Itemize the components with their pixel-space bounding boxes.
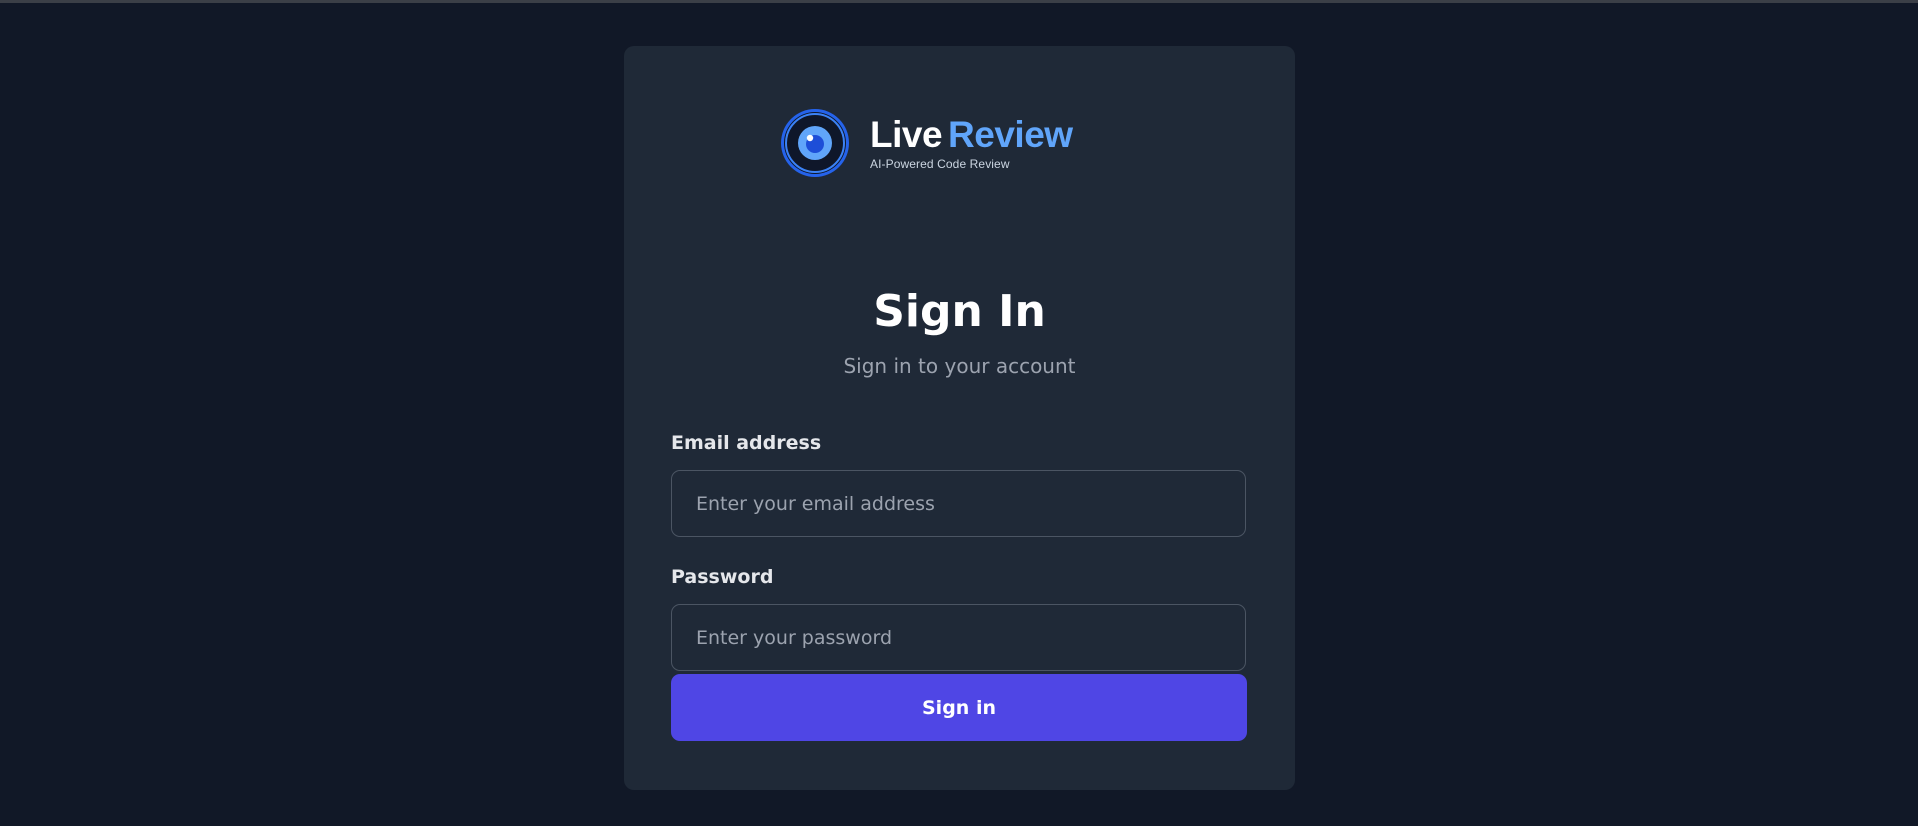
sign-in-button[interactable]: Sign in [671,674,1247,741]
email-label: Email address [671,432,822,454]
password-label: Password [671,566,774,588]
brand-name: Live Review [870,115,1073,155]
sign-in-card: Live Review AI-Powered Code Review Sign … [624,46,1295,790]
brand-text: Live Review AI-Powered Code Review [870,115,1073,172]
brand-name-review: Review [948,114,1073,155]
password-field[interactable] [671,604,1246,671]
window-top-border [0,0,1918,3]
brand-tagline: AI-Powered Code Review [870,157,1010,171]
brand-name-live: Live [870,114,943,155]
brand-header: Live Review AI-Powered Code Review [779,106,1073,180]
page-subtitle: Sign in to your account [843,354,1076,378]
page-title: Sign In [873,286,1046,337]
email-field[interactable] [671,470,1246,537]
eye-icon [781,109,849,177]
